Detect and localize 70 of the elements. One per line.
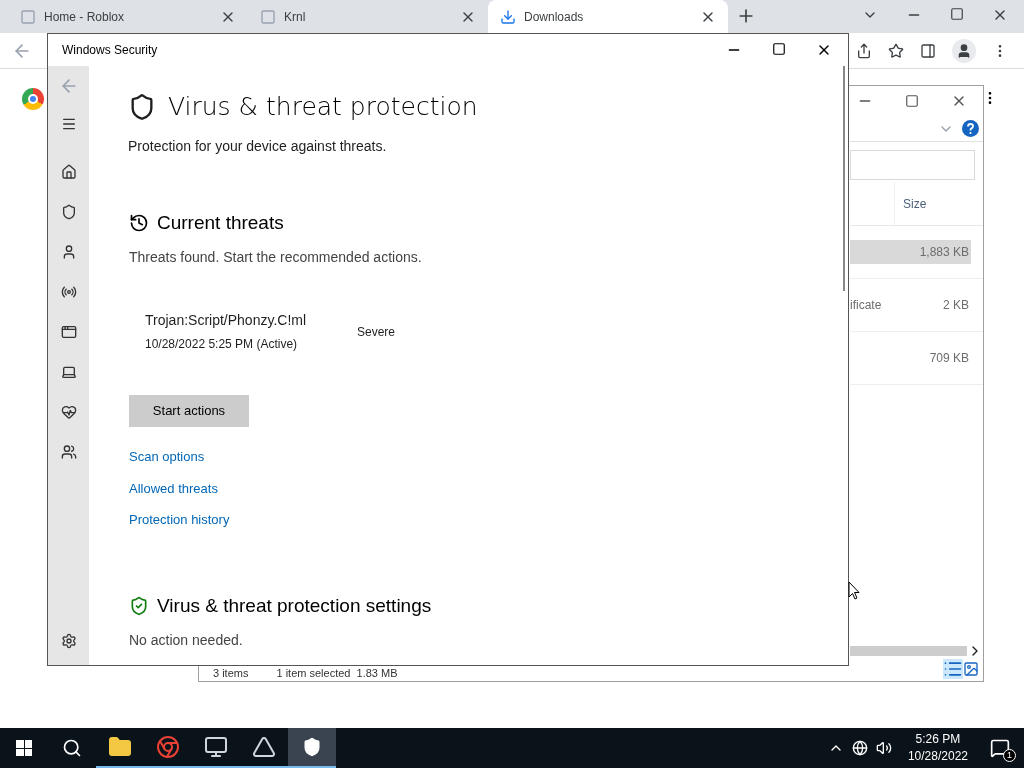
laptop-icon[interactable]: [60, 364, 77, 380]
notification-count: 1: [1003, 749, 1016, 762]
browser-tab[interactable]: Krnl: [248, 0, 488, 33]
avatar-icon[interactable]: [952, 38, 976, 63]
home-icon[interactable]: [60, 164, 77, 180]
monitor-icon: [204, 735, 228, 759]
page-title: Virus & threat protection: [168, 91, 478, 123]
scrollbar[interactable]: [850, 646, 967, 656]
antenna-icon[interactable]: [60, 284, 77, 300]
help-icon[interactable]: [962, 120, 979, 137]
network-icon[interactable]: [851, 740, 868, 756]
link[interactable]: Allowed threats: [129, 478, 218, 498]
side-panel-icon[interactable]: [920, 42, 936, 59]
status-text: 3 items: [213, 668, 249, 679]
star-icon[interactable]: [888, 42, 904, 59]
download-icon: [500, 8, 516, 25]
file-type: ificate: [850, 297, 882, 314]
threat-date: 10/28/2022 5:25 PM (Active): [145, 336, 299, 353]
heart-icon[interactable]: [60, 404, 77, 420]
file-size: 2 KB: [943, 297, 969, 314]
menu-icon[interactable]: [60, 116, 77, 132]
restore-icon[interactable]: [950, 7, 964, 21]
speaker-icon[interactable]: [875, 740, 892, 756]
shield-icon: [302, 737, 322, 757]
taskbar-app[interactable]: [288, 728, 336, 768]
window-icon[interactable]: [60, 324, 77, 340]
link[interactable]: Protection history: [129, 510, 230, 530]
triangle-icon: [252, 735, 276, 759]
window-title: Windows Security: [62, 42, 159, 59]
maximize-icon[interactable]: [772, 42, 786, 56]
tab-title: Downloads: [524, 8, 585, 26]
page-icon: [20, 8, 36, 25]
tab-title: Krnl: [284, 8, 307, 26]
file-row[interactable]: 709 KB: [850, 346, 971, 370]
section-heading: Current threats: [157, 210, 284, 235]
threat-history-icon: [129, 212, 149, 233]
start-icon[interactable]: [16, 740, 32, 756]
threat-name[interactable]: Trojan:Script/Phonzy.C!ml: [145, 310, 357, 331]
threat-severity: Severe: [357, 323, 396, 341]
browser-tab[interactable]: Downloads: [488, 0, 728, 33]
notification-icon[interactable]: [990, 738, 1010, 758]
search-field[interactable]: [850, 150, 975, 180]
scrollbar[interactable]: [843, 66, 845, 291]
browser-tab[interactable]: Home - Roblox: [8, 0, 248, 33]
page-icon: [260, 8, 276, 25]
details-view-icon[interactable]: [943, 659, 963, 679]
file-size: 1,883 KB: [919, 244, 969, 261]
family-icon[interactable]: [60, 444, 77, 460]
clock-time[interactable]: 5:26 PM: [915, 731, 961, 748]
file-row[interactable]: 1,883 KB: [850, 240, 971, 264]
link[interactable]: Scan options: [129, 447, 205, 467]
share-icon[interactable]: [856, 42, 872, 59]
folder-icon: [108, 735, 132, 759]
section-heading: Virus & threat protection settings: [157, 593, 432, 618]
column-header[interactable]: Size: [894, 182, 974, 225]
browser-logo-icon: [22, 88, 44, 110]
file-size: 709 KB: [929, 350, 969, 367]
section-text: No action needed.: [129, 631, 243, 650]
settings-icon[interactable]: [60, 633, 77, 649]
clock-date[interactable]: 10/28/2022: [907, 748, 968, 765]
page-subtitle: Protection for your device against threats.: [128, 136, 388, 156]
file-row[interactable]: ificate 2 KB: [850, 293, 971, 317]
section-text: Threats found. Start the recommended actions.: [129, 248, 423, 267]
search-icon[interactable]: [62, 738, 82, 758]
shield-icon[interactable]: [60, 204, 77, 220]
status-text: 1 item selected 1.83 MB: [276, 668, 398, 679]
thumbnail-view-icon[interactable]: [963, 661, 979, 677]
start-actions-button[interactable]: Start actions: [129, 395, 249, 427]
tab-title: Home - Roblox: [44, 8, 126, 26]
browser-icon: [156, 735, 180, 759]
